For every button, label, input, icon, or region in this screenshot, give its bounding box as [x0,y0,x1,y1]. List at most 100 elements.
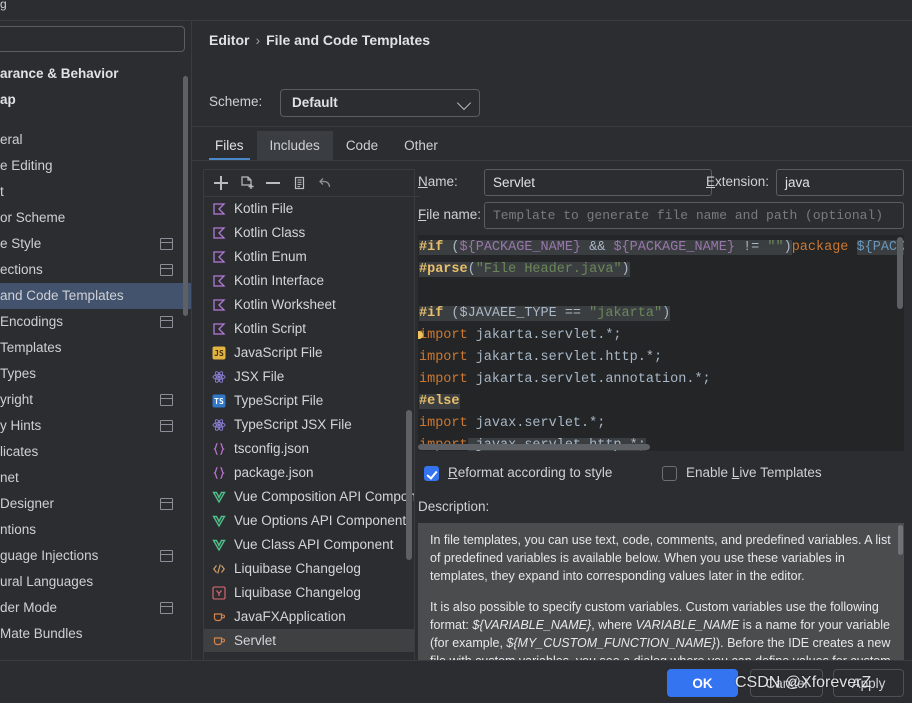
list-item[interactable]: JS JavaScript File [204,341,414,365]
list-item[interactable]: Vue Class API Component [204,533,414,557]
sidebar-item-label: licates [0,444,39,459]
sidebar-item-templates[interactable]: Templates [0,335,191,361]
list-item[interactable]: JSX File [204,365,414,389]
tab-files[interactable]: Files [202,131,257,160]
live-templates-label[interactable]: Enable Live Templates [686,465,822,480]
code-token: "jakarta" [589,306,663,321]
sidebar-item-licates[interactable]: licates [0,439,191,465]
code-line: #parse("File Header.java") [418,259,904,281]
sidebar-item-y-hints[interactable]: y Hints [0,413,191,439]
live-templates-checkbox[interactable] [662,466,677,481]
list-item[interactable]: tsconfig.json [204,437,414,461]
list-item[interactable]: Servlet [204,629,414,652]
breadcrumb-parent[interactable]: Editor [209,32,249,48]
sidebar-item-label: ural Languages [0,574,94,589]
sidebar-item-yright[interactable]: yright [0,387,191,413]
breadcrumb-separator: › [255,32,261,48]
template-list[interactable]: Kotlin File Kotlin Class Kotlin Enum Kotlin… [204,197,414,652]
sidebar-item-designer[interactable]: Designer [0,491,191,517]
list-item[interactable]: Vue Composition API Component [204,485,414,509]
sidebar-item-label: ntions [0,522,37,537]
list-item[interactable]: Kotlin Interface [204,269,414,293]
reformat-checkbox[interactable] [424,466,439,481]
code-token: #else [419,394,460,409]
list-item[interactable]: Kotlin Class [204,221,414,245]
kotlin-icon [212,272,228,288]
sidebar-item-label: Mate Bundles [0,626,83,641]
description-scrollbar[interactable] [898,525,903,555]
sidebar-item-der-mode[interactable]: der Mode [0,595,191,621]
list-item[interactable]: package.json [204,461,414,485]
sidebar-item-t[interactable]: t [0,179,191,205]
sidebar-item-net[interactable]: net [0,465,191,491]
editor-vscrollbar[interactable] [897,237,903,309]
sidebar-item-ections[interactable]: ections [0,257,191,283]
code-token: package [791,240,857,255]
list-item[interactable]: Liquibase Changelog [204,557,414,581]
list-item-label: Vue Class API Component [234,537,394,552]
tab-other[interactable]: Other [391,131,451,160]
sidebar-item-e-style[interactable]: e Style [0,231,191,257]
list-item[interactable]: Kotlin Enum [204,245,414,269]
tab-includes[interactable]: Includes [256,131,333,160]
code-token: javax.servlet.*; [467,416,606,431]
sidebar-item-ntions[interactable]: ntions [0,517,191,543]
settings-search-input[interactable] [0,26,185,52]
sidebar-item-types[interactable]: Types [0,361,191,387]
template-list-pane: Kotlin File Kotlin Class Kotlin Enum Kotlin… [203,169,420,677]
description-box: In file templates, you can use text, cod… [418,523,904,673]
filename-input[interactable]: Template to generate file name and path … [484,202,904,229]
sidebar-item-guage-injections[interactable]: guage Injections [0,543,191,569]
cancel-button[interactable]: Cancel [750,669,823,697]
template-code-editor[interactable]: #if (${PACKAGE_NAME} && ${PACKAGE_NAME} … [418,235,904,451]
extension-input[interactable]: java [776,169,904,196]
copy-icon[interactable] [288,173,310,193]
list-item[interactable]: Kotlin Script [204,317,414,341]
tabs-divider [192,160,912,161]
name-input[interactable]: Servlet [484,169,712,196]
list-item[interactable]: Kotlin File [204,197,414,221]
list-item-label: Liquibase Changelog [234,585,361,600]
list-item[interactable]: TypeScript JSX File [204,413,414,437]
sidebar-item-or-scheme[interactable]: or Scheme [0,205,191,231]
sidebar-item-eral[interactable]: eral [0,127,191,153]
list-item-label: Vue Options API Component [234,513,407,528]
sidebar-item-and-code-templates[interactable]: and Code Templates [0,283,191,309]
undo-icon[interactable] [314,173,336,193]
list-item-label: Vue Composition API Component [234,489,414,504]
remove-template-button[interactable] [262,173,284,193]
sidebar-item-arance-behavior[interactable]: arance & Behavior [0,61,191,87]
copy-settings-icon [160,498,173,510]
sidebar-item-encodings[interactable]: Encodings [0,309,191,335]
editor-hscrollbar[interactable] [418,444,650,450]
list-item[interactable]: Kotlin Worksheet [204,293,414,317]
add-template-button[interactable] [210,173,232,193]
template-list-scrollbar[interactable] [406,410,412,560]
sidebar-scrollbar[interactable] [183,76,188,316]
kotlin-icon [212,320,228,336]
tab-code[interactable]: Code [333,131,391,160]
filename-row: File name: Template to generate file nam… [418,202,904,229]
sidebar-item-ap[interactable]: ap [0,87,191,113]
vue-icon [212,488,228,504]
reformat-label[interactable]: Reformat according to style [448,465,612,480]
copy-settings-icon [160,264,173,276]
json-icon [212,464,228,480]
apply-button[interactable]: Apply [833,669,904,697]
sidebar-item-list[interactable]: arance & Behavior ap eral e Editing t or Sche… [0,61,191,676]
list-item-label: tsconfig.json [234,441,310,456]
list-item[interactable]: JavaFXApplication [204,605,414,629]
sidebar-item-e-editing[interactable]: e Editing [0,153,191,179]
scheme-dropdown[interactable]: Default [280,89,480,117]
list-item[interactable]: Vue Options API Component [204,509,414,533]
list-item[interactable]: Liquibase Changelog [204,581,414,605]
sidebar-item-ural-languages[interactable]: ural Languages [0,569,191,595]
sidebar-item-mate-bundles[interactable]: Mate Bundles [0,621,191,647]
code-token: ( [467,262,476,277]
ok-button[interactable]: OK [667,669,738,697]
list-item[interactable]: TS TypeScript File [204,389,414,413]
file-add-icon[interactable] [236,173,258,193]
code-token: import [419,350,468,365]
code-token: import [419,372,468,387]
